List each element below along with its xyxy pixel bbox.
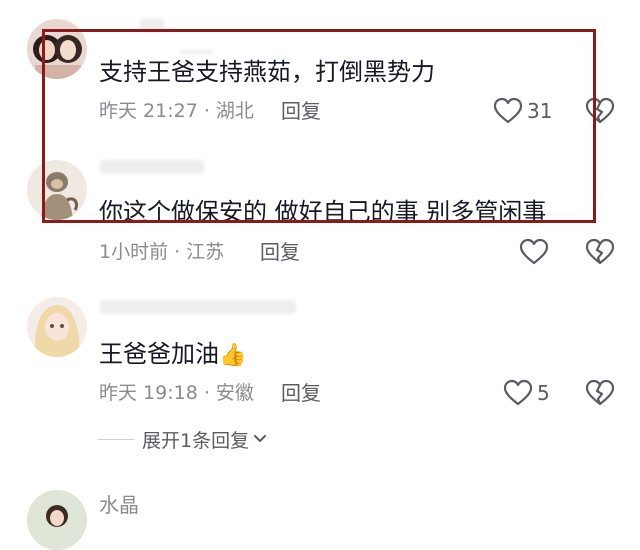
comment-text-content: 王爸爸加油 <box>99 340 219 368</box>
comment-meta: 昨天 21:27 · 湖北 <box>99 100 254 122</box>
comment-text: 你这个做保安的 做好自己的事 别多管闲事 <box>99 198 547 226</box>
heart-outline-icon[interactable] <box>519 238 549 266</box>
reply-button[interactable]: 回复 <box>281 381 321 405</box>
comment-meta: 1小时前 · 江苏 <box>99 241 225 263</box>
heart-outline-icon[interactable] <box>493 97 523 125</box>
avatar[interactable] <box>27 297 87 357</box>
divider <box>98 438 134 440</box>
expand-replies-label: 展开1条回复 <box>142 429 250 452</box>
reply-button[interactable]: 回复 <box>260 240 300 264</box>
expand-replies-button[interactable]: 展开1条回复 <box>98 427 267 452</box>
username-blurred <box>100 160 204 174</box>
thumbs-up-emoji: 👍 <box>219 343 247 368</box>
reply-button[interactable]: 回复 <box>281 99 321 123</box>
avatar-image <box>27 490 87 550</box>
comment-text: 王爸爸加油👍 <box>99 338 246 372</box>
username: 水晶 <box>99 493 139 517</box>
comment-meta: 昨天 19:18 · 安徽 <box>99 382 254 404</box>
broken-heart-icon[interactable] <box>585 379 615 407</box>
heart-outline-icon[interactable] <box>503 379 533 407</box>
like-count: 5 <box>537 381 550 405</box>
comment-text: 支持王爸支持燕茹，打倒黑势力 <box>99 58 435 86</box>
avatar-image <box>27 160 87 220</box>
chevron-down-icon <box>254 435 267 442</box>
username-blurred <box>180 50 214 54</box>
avatar[interactable] <box>27 19 87 79</box>
broken-heart-icon[interactable] <box>585 97 615 125</box>
avatar[interactable] <box>27 490 87 550</box>
avatar-image <box>27 297 87 357</box>
avatar[interactable] <box>27 160 87 220</box>
broken-heart-icon[interactable] <box>585 238 615 266</box>
username-blurred <box>100 300 296 314</box>
avatar-image <box>27 19 87 79</box>
username-blurred <box>140 18 164 32</box>
like-count: 31 <box>527 99 553 123</box>
